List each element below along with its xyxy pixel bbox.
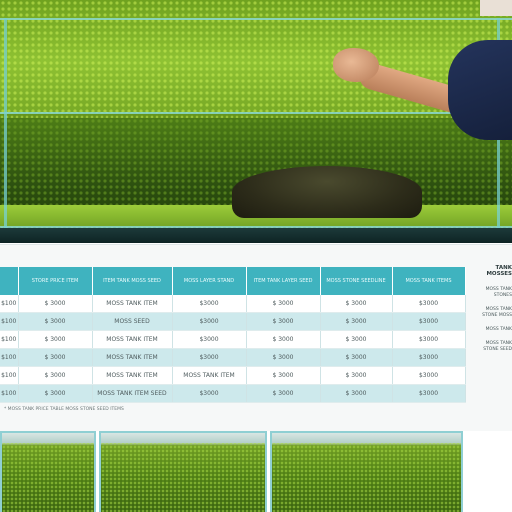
column-header: MOSS LAYER STAND [172,267,247,295]
table-cell: $ 3000 [18,348,93,367]
table-cell: $100 [0,384,19,403]
table-cell: $3000 [172,384,247,403]
table-cell: MOSS SEED [92,312,173,331]
side-note-item: MOSS TANK STONES [485,287,512,298]
table-cell: $ 3000 [246,384,321,403]
glass-edge-middle [0,112,512,114]
table-row: $100 $ 3000 MOSS TANK ITEM $3000 $ 3000 … [0,295,466,313]
table-cell: $ 3000 [18,384,93,403]
table-cell: $ 3000 [18,366,93,385]
table-cell: $ 3000 [246,295,321,313]
table-row: $100 $ 3000 MOSS TANK ITEM $3000 $ 3000 … [0,348,466,367]
table-cell: $100 [0,295,19,313]
table-cell: MOSS TANK ITEM [92,348,173,367]
side-notes-title: TANK MOSSES [486,265,512,277]
table-cell: MOSS TANK ITEM [92,295,173,313]
tank-thumbnail-2 [99,431,267,512]
table-cell: MOSS TANK ITEM SEED [92,384,173,403]
table-cell: $ 3000 [320,330,393,349]
glass-edge-left [4,18,7,233]
table-cell: $100 [0,312,19,331]
table-cell: $ 3000 [18,295,93,313]
tank-thumbnail-3 [270,431,463,512]
table-cell: $100 [0,366,19,385]
side-note-item: MOSS TANK STONE MOSS [482,307,512,318]
table-cell: $3000 [392,330,466,349]
table-row: $100 $ 3000 MOSS TANK ITEM $3000 $ 3000 … [0,330,466,349]
table-cell: $ 3000 [320,348,393,367]
table-cell: $3000 [392,295,466,313]
tank-lid [272,433,461,443]
table-cell: MOSS TANK ITEM [92,330,173,349]
table-cell: $100 [0,330,19,349]
table-cell: $ 3000 [246,366,321,385]
tank-lid [101,433,265,443]
table-row: $100 $ 3000 MOSS SEED $3000 $ 3000 $ 300… [0,312,466,331]
tank-thumbnail-1 [0,431,96,512]
table-cell: $ 3000 [320,366,393,385]
column-header: STORE PRICE ITEM [18,267,93,295]
column-header [0,267,19,295]
side-notes: TANK MOSSES MOSS TANK STONES MOSS TANK S… [472,265,512,361]
price-table: STORE PRICE ITEM ITEM TANK MOSS SEED MOS… [0,267,466,403]
table-footnote: * MOSS TANK PRICE TABLE MOSS STONE SEED … [4,407,124,412]
table-cell: $3000 [172,348,247,367]
side-note-item: MOSS TANK [485,327,512,332]
stone-mound [232,166,422,218]
tank-lid [2,433,94,443]
table-cell: $3000 [172,312,247,331]
table-cell: $ 3000 [246,348,321,367]
table-cell: $3000 [172,330,247,349]
hand [333,48,379,82]
table-cell: $3000 [392,366,466,385]
table-cell: $ 3000 [320,312,393,331]
aquarium-photo [0,0,512,243]
table-row: $100 $ 3000 MOSS TANK ITEM SEED $3000 $ … [0,384,466,403]
column-header: MOSS STONE SEEDLINE [320,267,393,295]
table-cell: $ 3000 [246,330,321,349]
table-cell: MOSS TANK ITEM [172,366,247,385]
column-header: ITEM TANK MOSS SEED [92,267,173,295]
table-cell: $ 3000 [18,330,93,349]
table-cell: $ 3000 [246,312,321,331]
table-cell: $3000 [392,348,466,367]
column-header: ITEM TANK LAYER SEED [246,267,321,295]
table-cell: $ 3000 [320,384,393,403]
price-table-card: STORE PRICE ITEM ITEM TANK MOSS SEED MOS… [0,244,512,431]
table-row: $100 $ 3000 MOSS TANK ITEM MOSS TANK ITE… [0,366,466,385]
table-cell: MOSS TANK ITEM [92,366,173,385]
corner-patch [480,0,512,16]
table-cell: $3000 [172,295,247,313]
side-note-item: MOSS TANK STONE SEED [483,341,512,352]
tank-base [0,228,512,243]
table-cell: $ 3000 [18,312,93,331]
table-header-row: STORE PRICE ITEM ITEM TANK MOSS SEED MOS… [0,267,466,295]
table-cell: $3000 [392,312,466,331]
table-cell: $3000 [392,384,466,403]
table-cell: $100 [0,348,19,367]
sleeve [448,40,512,140]
column-header: MOSS TANK ITEMS [392,267,466,295]
table-cell: $ 3000 [320,295,393,313]
glass-edge-top [0,18,512,20]
